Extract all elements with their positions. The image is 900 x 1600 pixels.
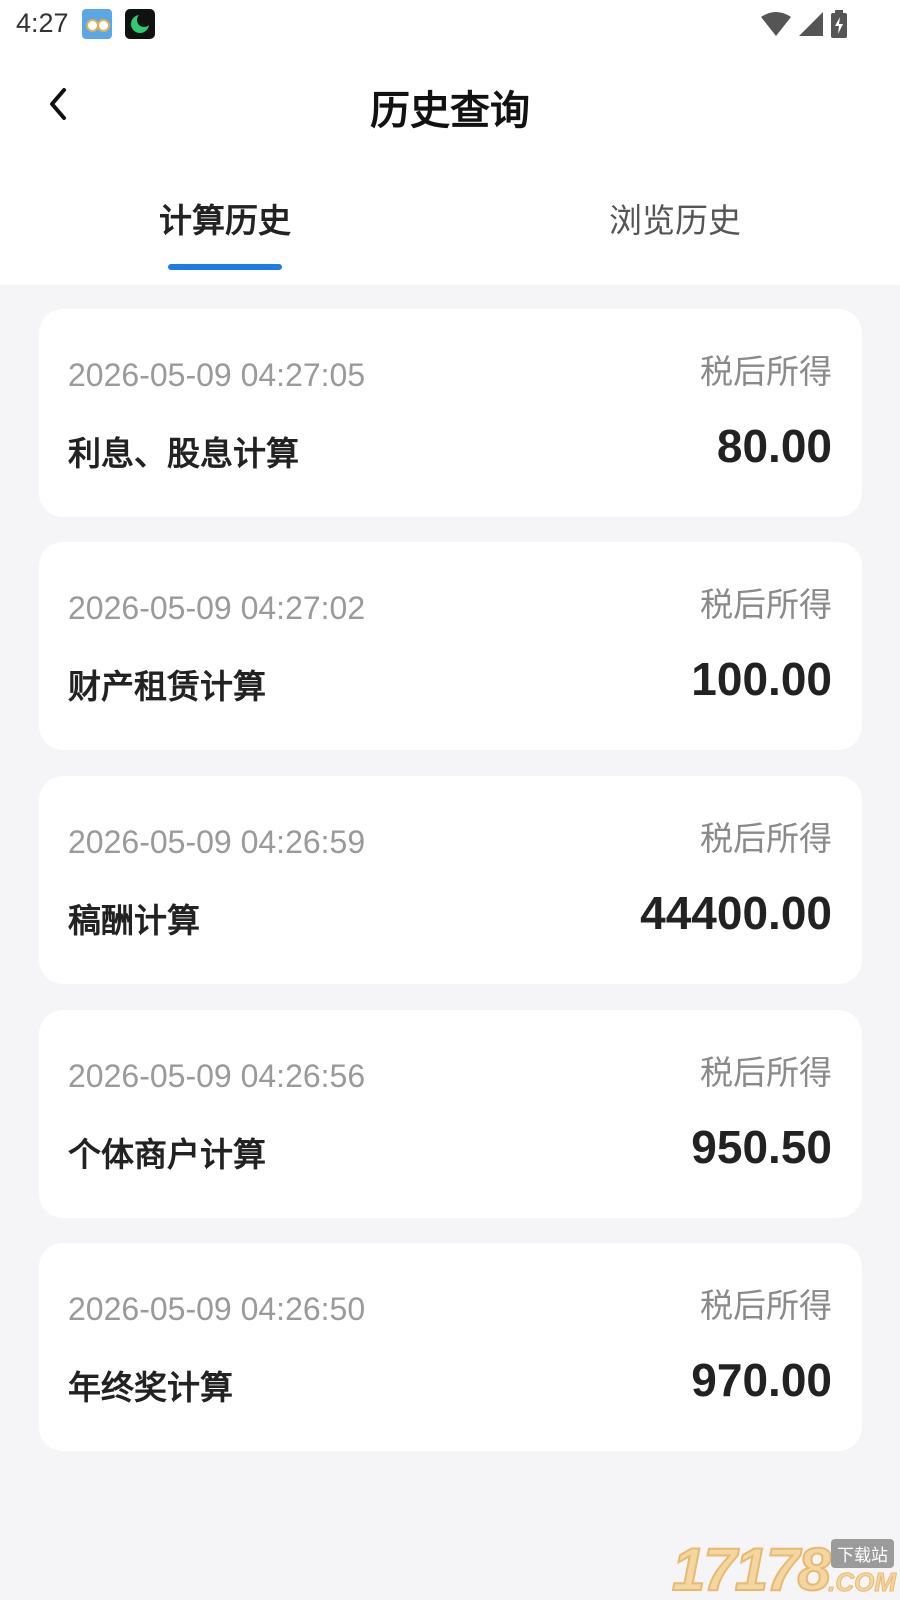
tab-browsing-history[interactable]: 浏览历史	[450, 194, 900, 242]
history-record-card[interactable]: 2026-05-09 04:26:56 个体商户计算 税后所得 950.50	[39, 1010, 862, 1218]
tab-calculation-history[interactable]: 计算历史	[0, 194, 450, 242]
record-type: 财产租赁计算	[68, 668, 266, 705]
status-bar: 4:27	[0, 0, 900, 48]
record-time: 2026-05-09 04:27:02	[68, 590, 366, 626]
record-time: 2026-05-09 04:26:59	[68, 824, 366, 860]
wifi-icon	[761, 12, 791, 36]
record-time: 2026-05-09 04:27:05	[68, 357, 366, 393]
watermark-number: 17178	[671, 1535, 832, 1600]
record-result-label: 税后所得	[700, 820, 832, 857]
active-tab-indicator	[168, 264, 282, 270]
record-result-label: 税后所得	[700, 1054, 832, 1091]
history-record-card[interactable]: 2026-05-09 04:27:02 财产租赁计算 税后所得 100.00	[39, 542, 862, 750]
watermark-tag: 下载站	[831, 1539, 894, 1568]
history-record-card[interactable]: 2026-05-09 04:26:59 稿酬计算 税后所得 44400.00	[39, 776, 862, 984]
history-record-card[interactable]: 2026-05-09 04:26:50 年终奖计算 税后所得 970.00	[39, 1243, 862, 1451]
app-moon-icon	[125, 9, 155, 39]
record-type: 年终奖计算	[68, 1369, 233, 1406]
site-watermark: 17178 下载站 .COM	[671, 1535, 900, 1600]
app-owl-icon	[82, 9, 112, 39]
record-type: 稿酬计算	[68, 902, 200, 939]
record-time: 2026-05-09 04:26:56	[68, 1058, 366, 1094]
record-type: 个体商户计算	[68, 1136, 266, 1173]
record-result-label: 税后所得	[700, 353, 832, 390]
record-amount: 44400.00	[640, 887, 832, 939]
record-result-label: 税后所得	[700, 1287, 832, 1324]
status-time: 4:27	[16, 8, 69, 38]
record-result-label: 税后所得	[700, 586, 832, 623]
status-indicators	[760, 9, 848, 39]
battery-charging-icon	[831, 10, 847, 38]
history-record-card[interactable]: 2026-05-09 04:27:05 利息、股息计算 税后所得 80.00	[39, 309, 862, 517]
watermark-suffix: .COM	[828, 1567, 897, 1598]
record-amount: 100.00	[691, 653, 832, 705]
record-amount: 950.50	[691, 1121, 832, 1173]
record-type: 利息、股息计算	[68, 435, 299, 472]
signal-icon	[799, 12, 823, 36]
record-amount: 970.00	[691, 1354, 832, 1406]
page-title: 历史查询	[370, 89, 530, 133]
record-amount: 80.00	[716, 420, 832, 472]
record-time: 2026-05-09 04:26:50	[68, 1291, 366, 1327]
